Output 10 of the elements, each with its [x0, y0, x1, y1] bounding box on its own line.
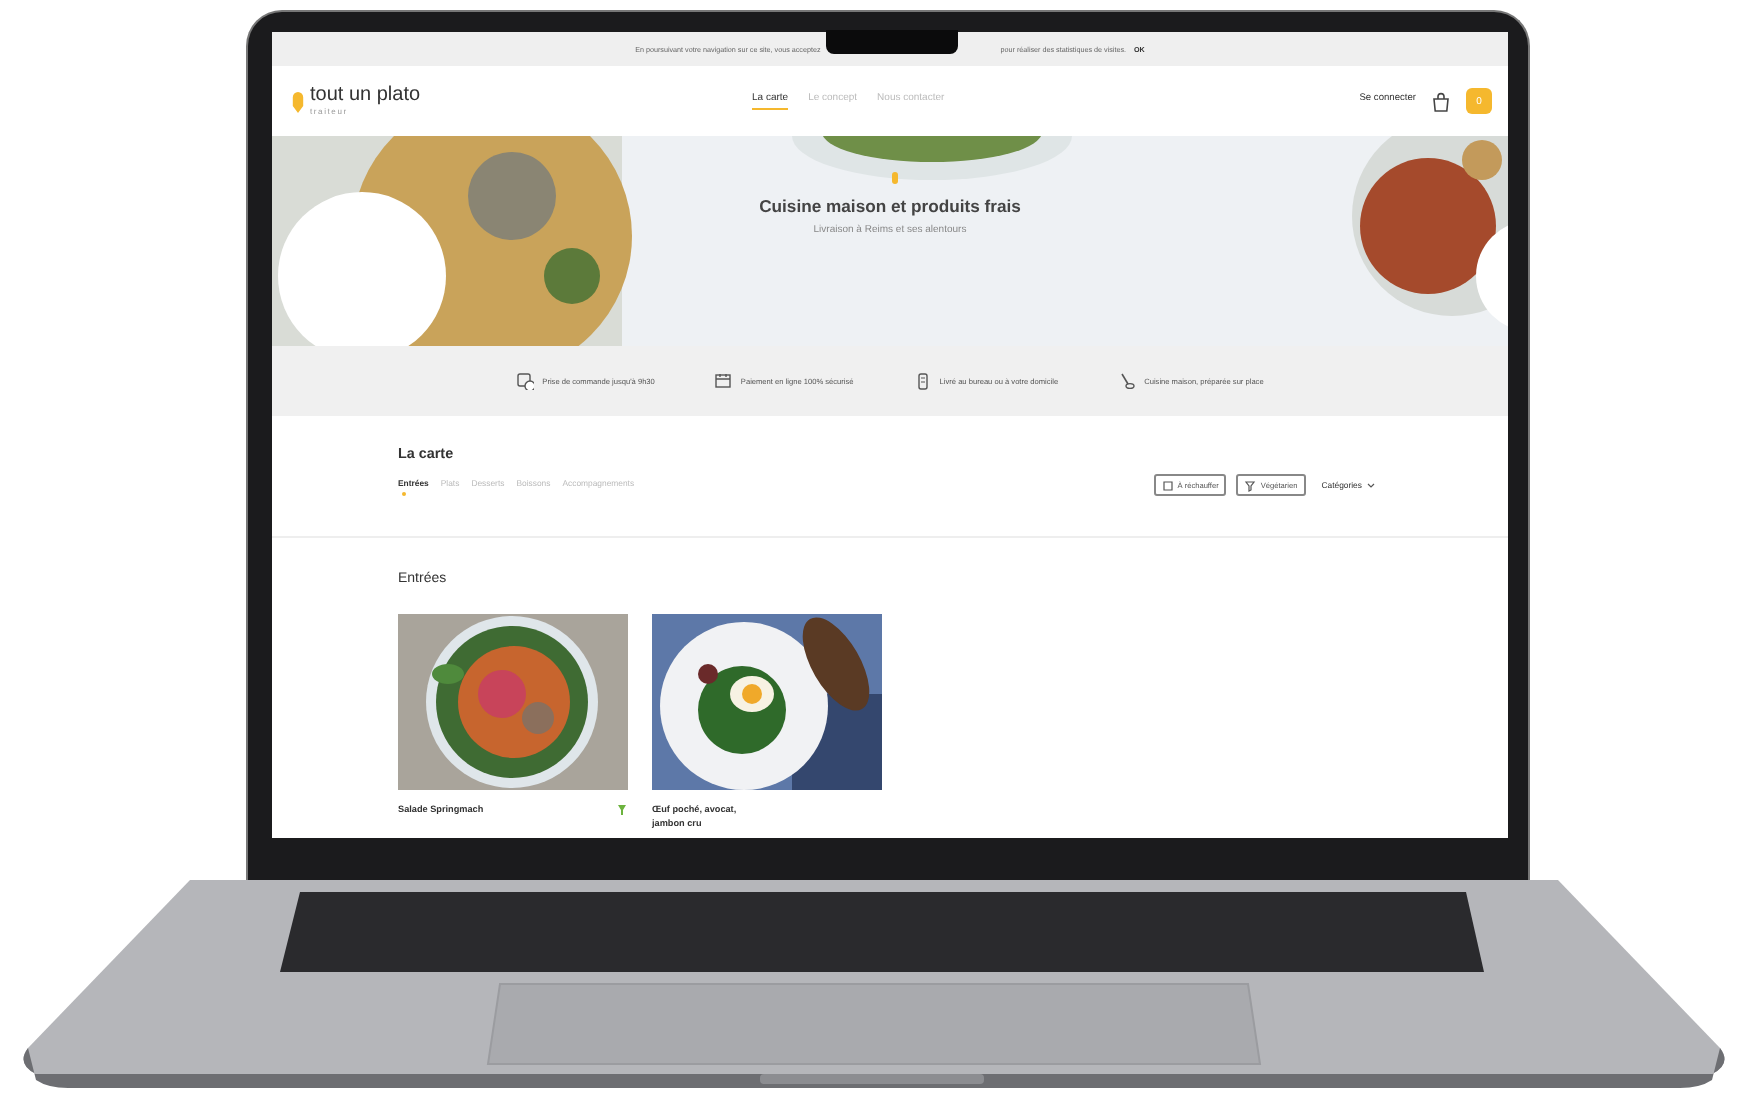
- hero-title: Cuisine maison et produits frais: [759, 196, 1021, 216]
- logo-text[interactable]: tout un plato: [310, 86, 421, 106]
- calendar-icon: [714, 372, 733, 390]
- bag-icon[interactable]: [1432, 91, 1450, 111]
- camera-notch: [826, 30, 958, 54]
- funnel-icon: [1244, 479, 1257, 491]
- clock-icon: [516, 372, 535, 390]
- square-icon: [1161, 479, 1174, 491]
- logo-icon: [292, 89, 304, 113]
- caret-icon: [1366, 481, 1376, 489]
